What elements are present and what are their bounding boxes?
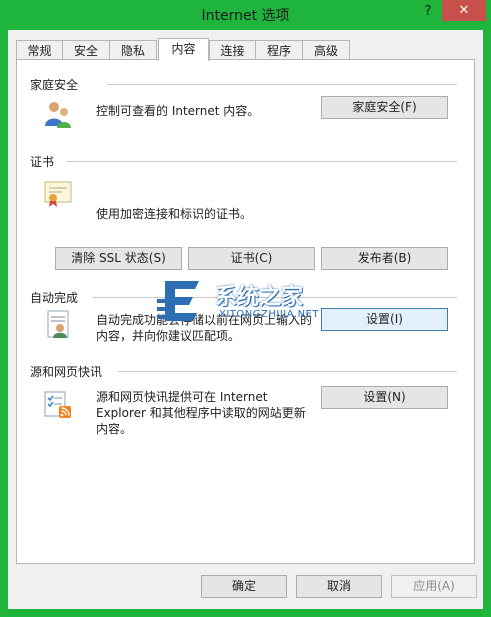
close-button[interactable]: ✕ xyxy=(442,0,486,21)
family-safety-title: 家庭安全 xyxy=(30,76,85,93)
feeds-desc-line2: Explorer 和其他程序中读取的网站更新 xyxy=(96,406,306,420)
tab-connections[interactable]: 连接 xyxy=(209,40,256,60)
cancel-button[interactable]: 取消 xyxy=(296,575,382,598)
watermark-text: 系统之家 xyxy=(215,285,304,310)
autocomplete-title: 自动完成 xyxy=(30,289,85,306)
internet-options-window: Internet 选项 ? ✕ 常规 安全 隐私 内容 连接 程序 高级 家庭安… xyxy=(0,0,491,617)
tab-general[interactable]: 常规 xyxy=(16,40,63,60)
certificates-title: 证书 xyxy=(30,153,61,170)
family-safety-button[interactable]: 家庭安全(F) xyxy=(321,96,448,119)
clear-ssl-button[interactable]: 清除 SSL 状态(S) xyxy=(55,247,182,270)
family-safety-desc: 控制可查看的 Internet 内容。 xyxy=(96,104,260,118)
help-button[interactable]: ? xyxy=(418,4,438,22)
feeds-desc-line1: 源和网页快讯提供可在 Internet xyxy=(96,390,268,404)
apply-button[interactable]: 应用(A) xyxy=(391,575,477,598)
feeds-title: 源和网页快讯 xyxy=(30,363,109,380)
feeds-desc-line3: 内容。 xyxy=(96,422,133,436)
tab-content[interactable]: 内容 xyxy=(158,38,209,61)
watermark-subtext: XITONGZHIJIA.NET xyxy=(219,309,319,320)
publishers-button[interactable]: 发布者(B) xyxy=(321,247,448,270)
autocomplete-icon xyxy=(47,310,69,338)
cert-divider xyxy=(67,161,457,162)
tab-privacy[interactable]: 隐私 xyxy=(109,40,157,60)
family-divider xyxy=(107,84,457,85)
certificate-icon xyxy=(44,181,72,207)
feeds-divider xyxy=(118,371,457,372)
ok-button[interactable]: 确定 xyxy=(201,575,287,598)
tab-advanced[interactable]: 高级 xyxy=(302,40,350,60)
watermark-logo-icon xyxy=(157,281,199,321)
certificates-desc: 使用加密连接和标识的证书。 xyxy=(96,207,253,221)
family-safety-icon xyxy=(45,102,71,128)
certificates-button[interactable]: 证书(C) xyxy=(188,247,315,270)
tab-security[interactable]: 安全 xyxy=(62,40,110,60)
title-bar[interactable]: Internet 选项 ? ✕ xyxy=(0,0,491,30)
tab-programs[interactable]: 程序 xyxy=(255,40,303,60)
dialog-client: 常规 安全 隐私 内容 连接 程序 高级 家庭安全 控制可查看的 Interne… xyxy=(8,30,483,609)
site-watermark: 系统之家 XITONGZHIJIA.NET xyxy=(157,275,347,335)
content-tab-panel: 家庭安全 控制可查看的 Internet 内容。 家庭安全(F) 证书 使用加密… xyxy=(16,59,475,564)
feeds-icon xyxy=(44,391,71,418)
feeds-settings-button[interactable]: 设置(N) xyxy=(321,386,448,409)
